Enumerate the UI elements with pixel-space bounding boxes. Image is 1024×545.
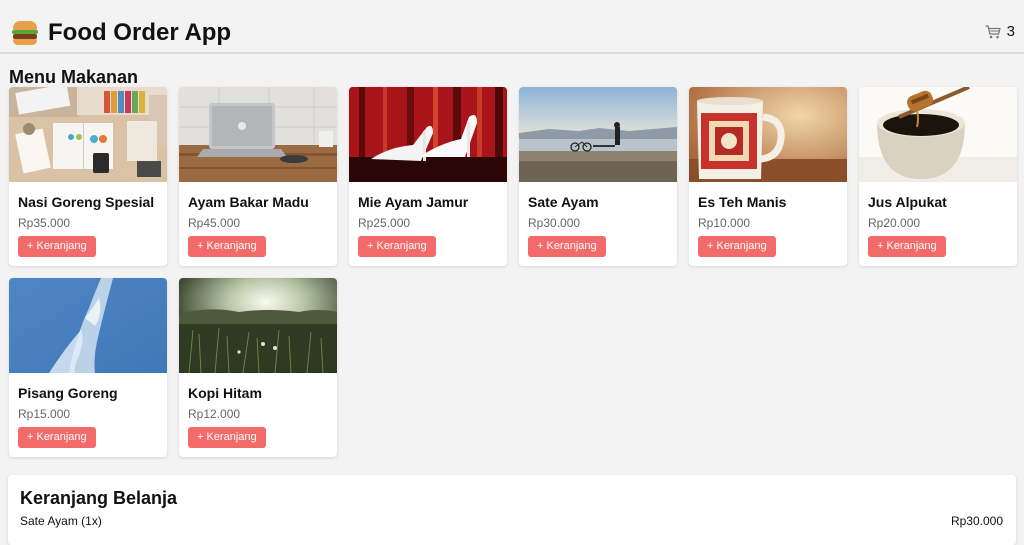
menu-item-price: Rp12.000 [188,407,241,421]
menu-section-title: Menu Makanan [9,67,139,87]
app-header: Food Order App 3 [0,0,1024,54]
menu-item-price: Rp20.000 [868,216,921,230]
menu-item-image [519,87,677,182]
menu-item-price: Rp45.000 [188,216,241,230]
menu-item-name: Mie Ayam Jamur [358,194,469,210]
burger-icon [12,21,38,45]
shopping-cart-icon [985,24,1001,38]
menu-item-price: Rp25.000 [358,216,411,230]
menu-item-price: Rp30.000 [528,216,581,230]
menu-item-name: Nasi Goreng Spesial [18,194,155,210]
menu-item-image [349,87,507,182]
menu-card: Mie Ayam Jamur Rp25.000 + Keranjang [349,87,507,266]
add-to-cart-button[interactable]: + Keranjang [358,236,436,257]
menu-card: Sate Ayam Rp30.000 + Keranjang [519,87,677,266]
menu-card: Es Teh Manis Rp10.000 + Keranjang [689,87,847,266]
menu-card: Jus Alpukat Rp20.000 + Keranjang [859,87,1017,266]
add-to-cart-button[interactable]: + Keranjang [18,427,96,448]
menu-item-image [859,87,1017,182]
cart-indicator[interactable]: 3 [985,23,1015,40]
menu-item-name: Ayam Bakar Madu [188,194,309,210]
menu-item-name: Kopi Hitam [188,385,262,401]
menu-item-image [689,87,847,182]
menu-card: Nasi Goreng Spesial Rp35.000 + Keranjang [9,87,167,266]
menu-item-price: Rp35.000 [18,216,71,230]
menu-item-name: Es Teh Manis [698,194,787,210]
cart-count: 3 [1006,23,1015,40]
menu-item-image [179,87,337,182]
add-to-cart-button[interactable]: + Keranjang [188,236,266,257]
cart-panel: Keranjang Belanja Sate Ayam (1x) Rp30.00… [8,475,1016,545]
menu-item-name: Jus Alpukat [868,194,947,210]
brand: Food Order App [12,18,231,48]
add-to-cart-button[interactable]: + Keranjang [188,427,266,448]
menu-item-price: Rp15.000 [18,407,71,421]
cart-title: Keranjang Belanja [20,488,178,508]
menu-item-name: Pisang Goreng [18,385,118,401]
menu-item-price: Rp10.000 [698,216,751,230]
menu-item-image [9,87,167,182]
cart-item-label: Sate Ayam (1x) [20,514,102,528]
add-to-cart-button[interactable]: + Keranjang [528,236,606,257]
menu-card: Kopi Hitam Rp12.000 + Keranjang [179,278,337,457]
menu-item-image [9,278,167,373]
app-title: Food Order App [48,19,232,46]
menu-card: Ayam Bakar Madu Rp45.000 + Keranjang [179,87,337,266]
menu-item-image [179,278,337,373]
add-to-cart-button[interactable]: + Keranjang [868,236,946,257]
add-to-cart-button[interactable]: + Keranjang [698,236,776,257]
menu-card: Pisang Goreng Rp15.000 + Keranjang [9,278,167,457]
cart-item-price: Rp30.000 [950,514,1003,528]
menu-item-name: Sate Ayam [528,194,599,210]
add-to-cart-button[interactable]: + Keranjang [18,236,96,257]
